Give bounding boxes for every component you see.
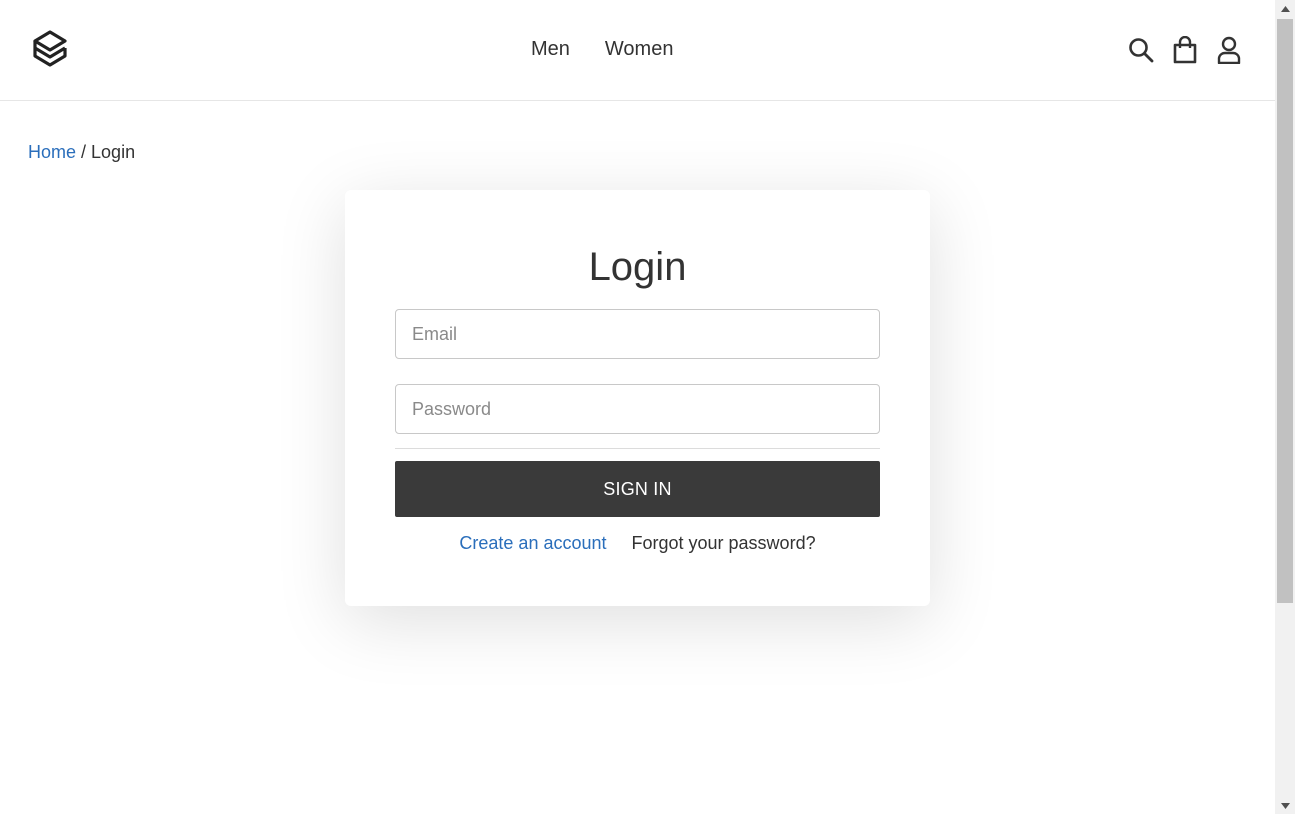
page: Men Women Home / Login Login Email SIGN … [0,0,1275,814]
breadcrumb-separator: / [76,142,92,162]
user-account-icon[interactable] [1216,35,1242,65]
search-icon[interactable] [1128,35,1154,65]
breadcrumb-home-link[interactable]: Home [28,142,76,162]
login-card: Login SIGN IN Create an account Forgot y… [345,190,930,606]
forgot-password-link[interactable]: Forgot your password? [632,532,816,554]
sign-in-button[interactable]: SIGN IN [395,461,880,517]
stacked-layers-logo-icon [33,30,67,67]
nav-link-men[interactable]: Men [531,37,570,61]
nav-link-women[interactable]: Women [605,37,674,61]
scroll-up-arrow-icon[interactable] [1275,0,1295,17]
login-title: Login [588,245,687,289]
breadcrumb-current: Login [91,142,136,162]
email-field[interactable] [395,309,880,359]
password-field[interactable] [395,384,880,434]
scrollbar-thumb[interactable] [1277,19,1293,603]
form-divider [395,448,880,449]
shopping-bag-icon[interactable] [1172,35,1198,65]
logo-icon[interactable] [30,29,70,69]
breadcrumb: Home / Login [28,141,135,163]
site-header: Men Women [0,0,1275,101]
login-links: Create an account Forgot your password? [345,532,930,554]
create-account-link[interactable]: Create an account [459,532,606,554]
header-actions [1128,35,1242,65]
scroll-down-arrow-icon[interactable] [1275,797,1295,814]
vertical-scrollbar[interactable] [1275,0,1295,814]
main-nav: Men Women [531,37,673,61]
